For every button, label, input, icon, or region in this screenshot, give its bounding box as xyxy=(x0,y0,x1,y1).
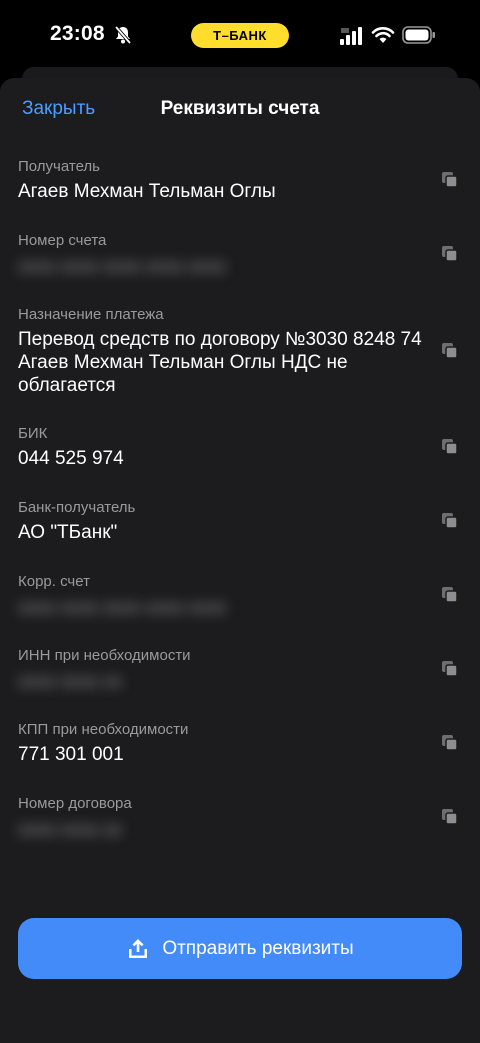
copy-icon[interactable] xyxy=(440,437,460,457)
field-value: 044 525 974 xyxy=(18,448,124,469)
field-label: Назначение платежа xyxy=(18,306,164,323)
status-time: 23:08 xyxy=(50,22,105,45)
status-bar: 23:08 Т–БАНК xyxy=(0,0,480,70)
field-label: Номер счета xyxy=(18,232,107,249)
send-details-label: Отправить реквизиты xyxy=(162,937,354,959)
field-value-hidden: 0000 0000 00 xyxy=(18,673,122,692)
copy-icon[interactable] xyxy=(440,341,460,361)
field-label: Банк-получатель xyxy=(18,499,136,516)
field-value: Перевод средств по договору №3030 8248 7… xyxy=(18,329,422,396)
bank-badge: Т–БАНК xyxy=(191,23,289,48)
send-details-button[interactable]: Отправить реквизиты xyxy=(18,918,462,979)
battery-icon xyxy=(402,26,436,44)
field-value-hidden: 0000 0000 00 xyxy=(18,821,122,840)
field-value-hidden: 0000 0000 0000 0000 0000 xyxy=(18,258,226,277)
field-value: Агаев Мехман Тельман Оглы xyxy=(18,181,276,202)
wifi-icon xyxy=(371,25,395,45)
field-label: Получатель xyxy=(18,158,100,175)
copy-icon[interactable] xyxy=(440,733,460,753)
field-label: КПП при необходимости xyxy=(18,721,189,738)
copy-icon[interactable] xyxy=(440,244,460,264)
copy-icon[interactable] xyxy=(440,170,460,190)
field-label: Номер договора xyxy=(18,795,132,812)
field-label: ИНН при необходимости xyxy=(18,647,191,664)
field-value: АО "ТБанк" xyxy=(18,522,118,543)
field-value-hidden: 0000 0000 0000 0000 0000 xyxy=(18,599,226,618)
copy-icon[interactable] xyxy=(440,659,460,679)
copy-icon[interactable] xyxy=(440,511,460,531)
share-upload-icon xyxy=(126,937,150,961)
signal-icon xyxy=(340,27,364,45)
account-details-sheet: Реквизиты счета Закрыть Получатель Агаев… xyxy=(0,78,480,1043)
field-label: БИК xyxy=(18,425,48,442)
field-value: 771 301 001 xyxy=(18,744,124,765)
copy-icon[interactable] xyxy=(440,807,460,827)
bell-slash-icon xyxy=(113,25,133,45)
field-label: Корр. счет xyxy=(18,573,90,590)
close-button[interactable]: Закрыть xyxy=(22,98,95,120)
copy-icon[interactable] xyxy=(440,585,460,605)
